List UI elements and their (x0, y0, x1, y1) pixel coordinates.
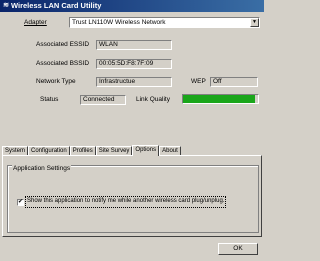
link-quality-label: Link Quality (136, 96, 170, 103)
essid-field: WLAN (96, 40, 172, 50)
application-settings-title: Application Settings (12, 165, 72, 173)
network-type-field: Infrastructue (96, 77, 172, 87)
adapter-select-value: Trust LN110W Wireless Network (72, 19, 166, 26)
chevron-down-icon[interactable]: ▼ (250, 18, 259, 27)
wep-field: Off (210, 77, 258, 87)
notify-checkbox[interactable]: ✔ (17, 199, 24, 206)
title-bar[interactable]: ≋ Wireless LAN Card Utility (0, 0, 264, 12)
adapter-label: Adapter (24, 19, 47, 26)
ok-button[interactable]: OK (218, 243, 258, 255)
window-title: Wireless LAN Card Utility (11, 1, 102, 10)
status-field: Connected (80, 95, 126, 105)
tab-options[interactable]: Options (132, 145, 160, 156)
bssid-field: 00:05:5D:F8:7F:09 (96, 59, 172, 69)
essid-label: Associated ESSID (36, 41, 90, 48)
notify-checkbox-label[interactable]: Show this application to notify me while… (24, 196, 227, 208)
wifi-app-icon: ≋ (3, 2, 9, 9)
link-quality-fill (183, 95, 255, 103)
status-label: Status (40, 96, 59, 103)
wep-label: WEP (191, 78, 206, 85)
network-type-label: Network Type (36, 78, 76, 85)
options-panel: Application Settings ✔ Show this applica… (2, 155, 262, 237)
checkmark-icon: ✔ (18, 199, 24, 205)
bssid-label: Associated BSSID (36, 60, 90, 67)
adapter-select[interactable]: Trust LN110W Wireless Network ▼ (69, 17, 260, 28)
link-quality-bar (182, 94, 259, 104)
